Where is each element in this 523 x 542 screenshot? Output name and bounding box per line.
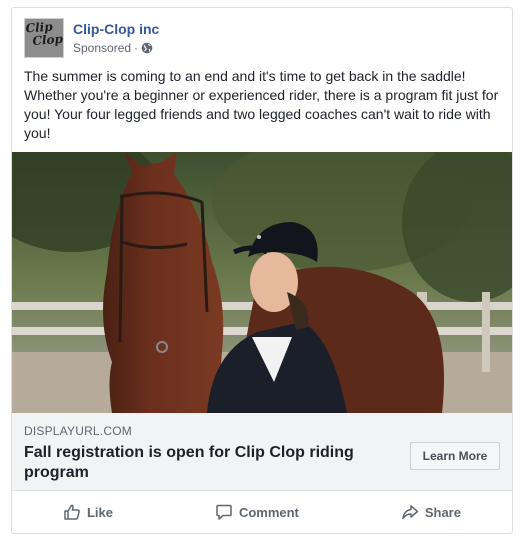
ad-card: Clip Clop. Clip-Clop inc Sponsored · The… — [11, 7, 513, 534]
post-text: The summer is coming to an end and it's … — [24, 68, 499, 141]
display-url: DISPLAYURL.COM — [24, 424, 132, 438]
logo-text: Clip Clop. — [25, 19, 64, 48]
share-arrow-icon — [401, 503, 419, 521]
link-preview[interactable]: DISPLAYURL.COM Fall registration is open… — [12, 413, 512, 491]
share-button[interactable]: Share — [391, 497, 471, 527]
link-headline[interactable]: Fall registration is open for Clip Clop … — [24, 443, 384, 483]
comment-button[interactable]: Comment — [205, 497, 309, 527]
learn-more-button[interactable]: Learn More — [410, 442, 500, 470]
speech-bubble-icon — [215, 503, 233, 521]
meta-separator: · — [134, 41, 139, 55]
comment-label: Comment — [238, 504, 299, 520]
like-label: Like — [86, 504, 113, 520]
like-button[interactable]: Like — [53, 497, 123, 527]
post-meta: Sponsored · — [73, 41, 153, 55]
globe-icon[interactable] — [141, 42, 153, 54]
action-bar: Like Comment Share — [12, 491, 512, 533]
page-name-link[interactable]: Clip-Clop inc — [73, 21, 159, 37]
share-label: Share — [424, 504, 461, 520]
post-header: Clip Clop. Clip-Clop inc Sponsored · — [24, 18, 494, 58]
page-avatar[interactable]: Clip Clop. — [24, 18, 64, 58]
thumbs-up-icon — [63, 503, 81, 521]
ad-image[interactable] — [12, 152, 512, 413]
sponsored-label[interactable]: Sponsored — [73, 41, 131, 55]
